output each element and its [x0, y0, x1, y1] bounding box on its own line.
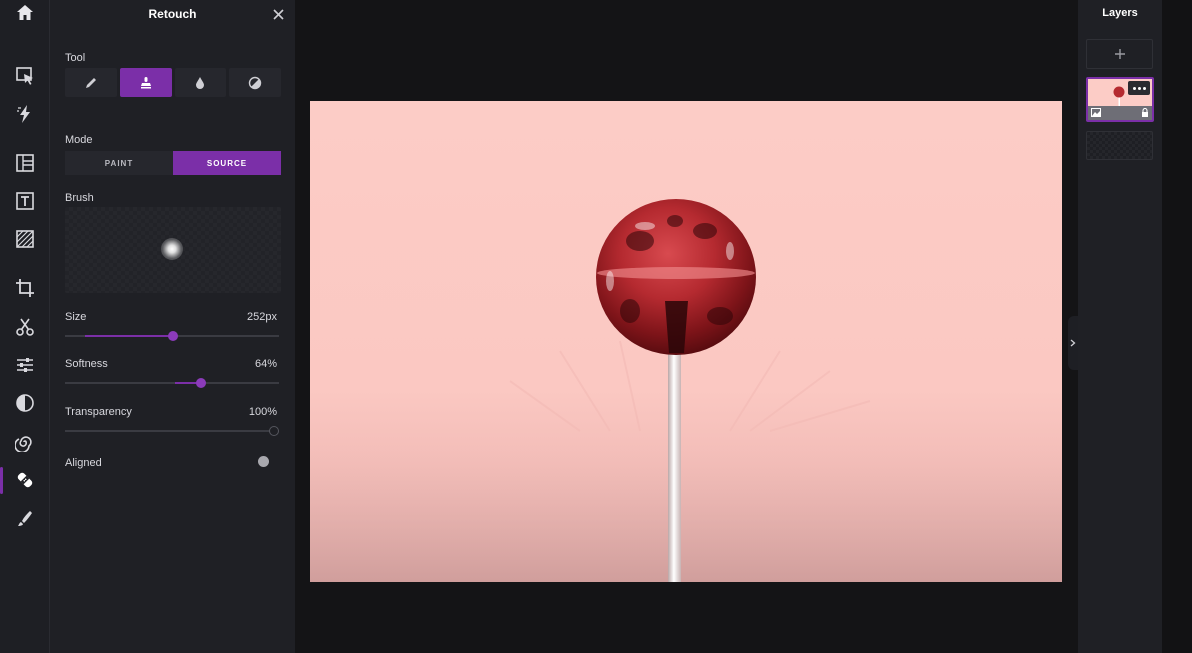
adjust-icon[interactable]	[8, 348, 42, 382]
dodge-burn-icon[interactable]	[229, 68, 281, 97]
softness-slider[interactable]	[65, 377, 279, 389]
image-layer-icon	[1091, 108, 1101, 117]
empty-layer-slot[interactable]	[1086, 131, 1153, 160]
select-icon[interactable]	[8, 59, 42, 93]
tool-selector	[65, 68, 281, 97]
transparency-slider[interactable]	[65, 425, 279, 437]
text-icon[interactable]	[8, 184, 42, 218]
cutout-icon[interactable]	[8, 310, 42, 344]
softness-label: Softness	[65, 358, 108, 370]
mode-source-button[interactable]: SOURCE	[173, 151, 281, 175]
texture-icon[interactable]	[8, 222, 42, 256]
size-slider-fill	[85, 335, 173, 337]
effects-icon[interactable]	[8, 425, 42, 459]
size-slider-thumb[interactable]	[168, 331, 178, 341]
photo-editor-app: Retouch Tool Mode PAINT SOURCE Brush Siz…	[0, 0, 1192, 653]
active-tool-indicator	[0, 467, 3, 494]
quick-actions-icon[interactable]	[8, 97, 42, 131]
size-value: 252px	[247, 311, 277, 323]
lollipop-photo	[310, 199, 1062, 582]
layers-title: Layers	[1102, 7, 1138, 19]
pencil-icon[interactable]	[65, 68, 117, 97]
chevron-right-icon	[1070, 339, 1076, 347]
mode-toggle: PAINT SOURCE	[65, 151, 281, 175]
transparency-value: 100%	[248, 406, 277, 418]
lock-icon[interactable]	[1141, 108, 1149, 117]
add-layer-button[interactable]	[1086, 39, 1153, 69]
softness-slider-track	[65, 382, 279, 384]
layers-panel: Layers	[1078, 0, 1162, 653]
clone-stamp-icon[interactable]	[119, 68, 172, 97]
home-icon[interactable]	[8, 0, 42, 30]
layer-thumbnail[interactable]	[1086, 77, 1154, 122]
panel-title: Retouch	[148, 7, 197, 21]
mode-label: Mode	[65, 134, 93, 146]
plus-icon	[1114, 49, 1125, 59]
brush-tip-preview	[161, 238, 183, 260]
workspace	[295, 0, 1078, 653]
size-slider[interactable]	[65, 330, 279, 342]
close-icon[interactable]	[270, 6, 286, 22]
expand-panel-tab[interactable]	[1068, 316, 1078, 370]
window-edge	[1162, 0, 1192, 653]
brush-label: Brush	[65, 192, 94, 204]
tool-label: Tool	[65, 52, 86, 64]
transparency-slider-track	[65, 430, 279, 432]
transparency-slider-thumb[interactable]	[269, 426, 279, 436]
crop-icon[interactable]	[8, 271, 42, 305]
image-canvas[interactable]	[310, 101, 1062, 582]
aligned-toggle[interactable]	[258, 456, 269, 467]
layer-footer	[1088, 106, 1152, 120]
mode-paint-button[interactable]: PAINT	[65, 151, 173, 175]
paint-icon[interactable]	[8, 501, 42, 535]
transparency-label: Transparency	[65, 406, 132, 418]
more-options-icon[interactable]	[1128, 81, 1150, 95]
filter-icon[interactable]	[8, 386, 42, 420]
layout-icon[interactable]	[8, 146, 42, 180]
softness-slider-thumb[interactable]	[196, 378, 206, 388]
retouch-icon[interactable]	[8, 463, 42, 497]
aligned-label: Aligned	[65, 457, 102, 469]
tool-rail	[0, 0, 50, 653]
softness-value: 64%	[254, 358, 277, 370]
panel-header: Retouch	[50, 0, 295, 30]
size-label: Size	[65, 311, 87, 323]
brush-preview	[65, 207, 281, 293]
blur-drop-icon[interactable]	[174, 68, 227, 97]
retouch-panel: Retouch Tool Mode PAINT SOURCE Brush Siz…	[50, 0, 295, 653]
